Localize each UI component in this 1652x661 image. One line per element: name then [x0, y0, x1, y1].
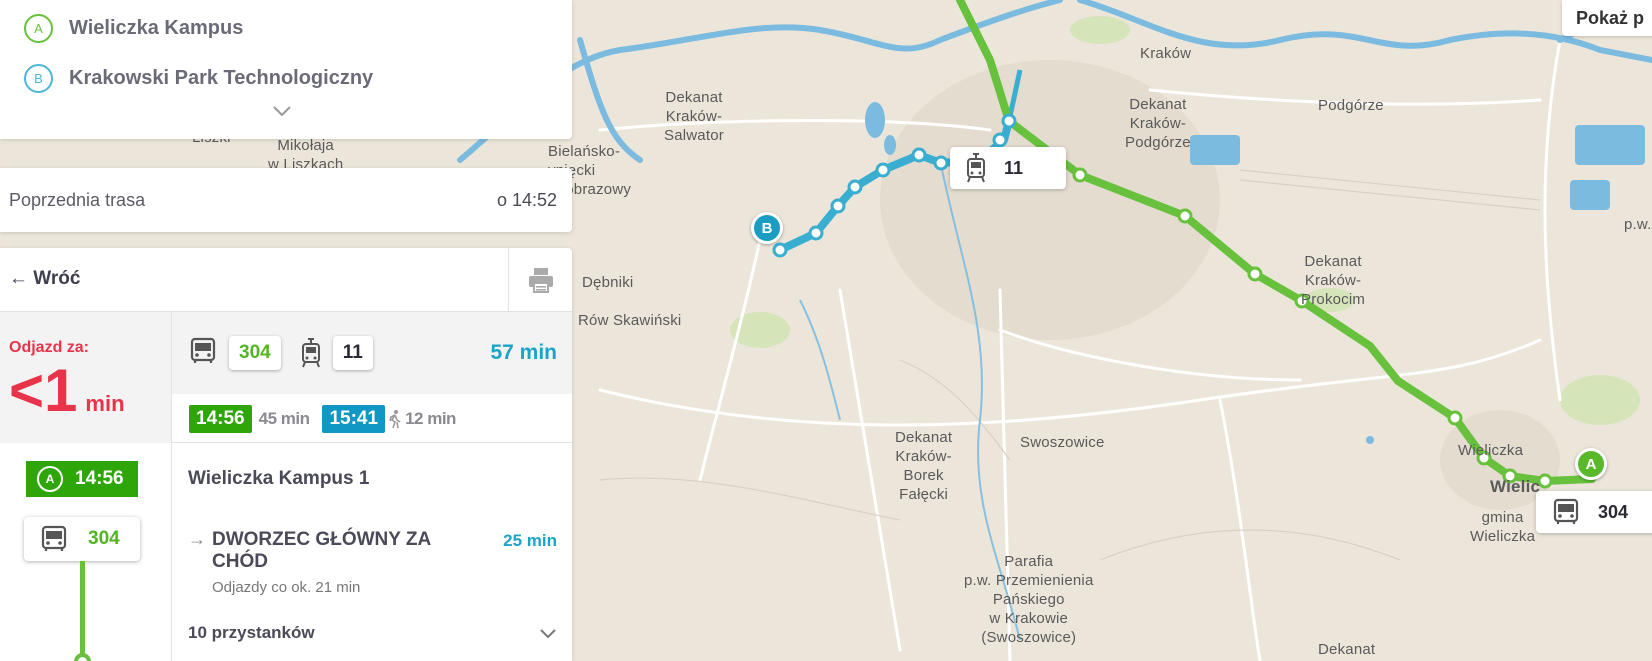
leg-line-number: 304 [88, 528, 120, 549]
route-summary[interactable]: Odjazd za: <1 min 304 11 57 min 14:56 45… [0, 312, 572, 443]
bus-icon [1552, 498, 1580, 526]
start-time-chip: 14:56 [189, 404, 252, 433]
departure-value: <1 min [9, 361, 171, 434]
walk-info: 12 min [385, 409, 456, 429]
origin-row[interactable]: A Wieliczka Kampus [24, 14, 243, 43]
destination-row[interactable]: B Krakowski Park Technologiczny [24, 64, 373, 93]
map-label-row-skawinski: Rów Skawiński [578, 312, 682, 329]
stops-count[interactable]: 10 przystanków [188, 623, 315, 643]
route-details-card: ← Wróć Odjazd za: <1 min 304 11 57 min 1… [0, 248, 572, 661]
walk-duration: 12 min [405, 408, 456, 428]
map-tram-line: 11 [1004, 157, 1024, 178]
lines-row: 304 11 57 min [172, 312, 572, 394]
map-bus-tag[interactable]: 304 [1536, 491, 1652, 533]
arrow-right-icon: → [188, 529, 206, 549]
total-duration: 57 min [490, 341, 557, 364]
previous-route-bar[interactable]: Poprzednia trasa o 14:52 [0, 168, 572, 232]
tram-icon [966, 153, 986, 183]
departure-countdown: Odjazd za: <1 min [0, 312, 172, 443]
map-label-dekanat-salwator: Dekanat Kraków- Salwator [664, 89, 724, 144]
map-label-gmina-wieliczka: gmina Wieliczka [1470, 509, 1536, 545]
bus-icon [189, 337, 217, 370]
origin-letter-icon: A [37, 466, 63, 492]
chevron-down-icon[interactable] [539, 628, 557, 640]
map-label-podgorze: Podgórze [1318, 97, 1384, 114]
map-label-dekanat-bottom: Dekanat [1318, 641, 1376, 658]
bus-line-badge: 304 [229, 336, 281, 370]
destination-pin[interactable]: B [751, 212, 783, 244]
leg-line-card[interactable]: 304 [24, 517, 140, 561]
tram-line-badge: 11 [332, 336, 373, 370]
bus-icon [40, 525, 68, 553]
map-label-dekanat-prokocim: Dekanat Kraków- Prokocim [1301, 253, 1366, 308]
show-button[interactable]: Pokaż p [1562, 0, 1652, 36]
leg-start-chip: A 14:56 [26, 461, 138, 497]
departure-number: <1 [9, 357, 78, 424]
map-label-wieliczka: Wieliczka [1458, 442, 1524, 459]
map-label-dekanat-borek: Dekanat Kraków- Borek Fałęcki [895, 429, 953, 503]
leg-route-line [80, 561, 85, 661]
map-label-parafia: Parafia p.w. Przemienienia Pańskiego w K… [964, 553, 1094, 646]
ride-duration: 45 min [258, 408, 310, 428]
leg-stop-name: Wieliczka Kampus 1 [188, 468, 370, 489]
map-label-pw: p.w. [1624, 216, 1652, 233]
map-label-debniki: Dębniki [582, 274, 634, 291]
origin-pin[interactable]: A [1575, 448, 1607, 480]
map-label-krakow: Kraków [1140, 45, 1192, 62]
leg-start-time: 14:56 [75, 468, 124, 489]
map-tram-tag[interactable]: 11 [950, 147, 1066, 189]
leg-direction: → DWORZEC GŁÓWNY ZA CHÓD Odjazdy co ok. … [188, 529, 464, 596]
departure-unit: min [85, 391, 125, 416]
back-button[interactable]: ← Wróć [9, 268, 80, 290]
map-label-dekanat-podgorze: Dekanat Kraków- Podgórze [1125, 96, 1191, 151]
map-bus-line: 304 [1598, 501, 1629, 522]
direction-name: DWORZEC GŁÓWNY ZA CHÓD [212, 529, 431, 572]
chevron-down-icon[interactable] [272, 104, 292, 118]
origin-name: Wieliczka Kampus [69, 17, 244, 39]
departure-label: Odjazd za: [9, 339, 90, 356]
tram-icon [301, 338, 321, 368]
departure-frequency: Odjazdy co ok. 21 min [212, 579, 361, 596]
map-label-wielic: Wielic [1490, 477, 1541, 496]
previous-route-time: o 14:52 [496, 189, 557, 210]
toolbar: ← Wróć [0, 248, 572, 312]
previous-route-label: Poprzednia trasa [9, 189, 146, 210]
times-row: 14:56 45 min 15:41 12 min [172, 394, 572, 443]
route-card: A Wieliczka Kampus B Krakowski Park Tech… [0, 0, 572, 139]
leg-timeline: A 14:56 304 [0, 443, 172, 661]
arrival-time-chip: 15:41 [322, 404, 386, 433]
map-label-swoszowice: Swoszowice [1020, 434, 1105, 451]
leg-stop-dot [74, 653, 91, 661]
leg-detail: A 14:56 304 Wieliczka Kampus 1 → DWORZEC… [0, 443, 572, 661]
destination-name: Krakowski Park Technologiczny [69, 67, 374, 89]
walk-icon [389, 409, 401, 428]
print-button[interactable] [508, 248, 572, 312]
origin-letter-icon: A [24, 14, 53, 43]
leg-duration: 25 min [503, 531, 557, 550]
printer-icon [528, 268, 553, 293]
destination-letter-icon: B [24, 64, 53, 93]
